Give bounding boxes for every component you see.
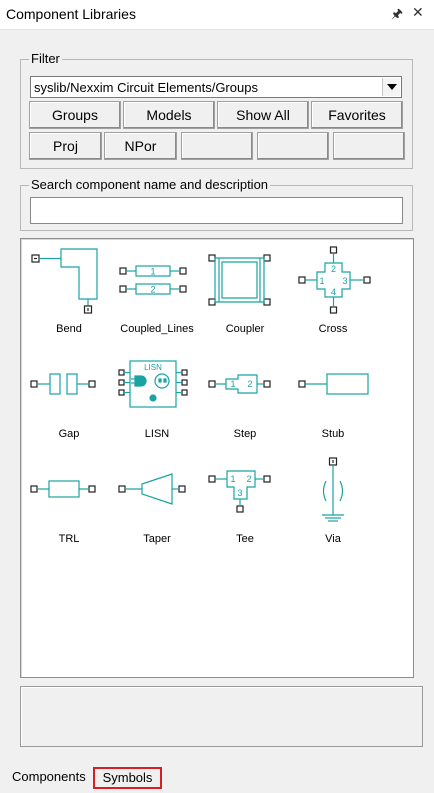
component-label: Coupled_Lines bbox=[120, 323, 194, 335]
bend-icon bbox=[31, 248, 98, 314]
component-step[interactable]: 1 2 Step bbox=[197, 344, 293, 450]
component-trl[interactable]: TRL bbox=[21, 449, 117, 555]
component-palette: Bend 1 2 Coupled_Lines Coupler 2 1 3 4 C… bbox=[20, 238, 414, 678]
stub-icon bbox=[298, 373, 369, 395]
tab-symbols[interactable]: Symbols bbox=[93, 767, 162, 789]
component-label: Coupler bbox=[225, 323, 265, 335]
taper-icon bbox=[118, 473, 186, 505]
svg-text:2: 2 bbox=[331, 264, 336, 274]
component-label: Step bbox=[233, 428, 257, 440]
component-lisn[interactable]: LISN LISN bbox=[109, 344, 205, 450]
port-label: 2 bbox=[150, 285, 155, 295]
svg-text:2: 2 bbox=[246, 474, 251, 484]
component-cross[interactable]: 2 1 3 4 Cross bbox=[285, 239, 381, 345]
component-label: Via bbox=[325, 533, 341, 545]
component-label: Taper bbox=[143, 533, 171, 545]
svg-text:3: 3 bbox=[342, 276, 347, 286]
svg-text:1: 1 bbox=[230, 379, 235, 389]
empty-button-3[interactable] bbox=[333, 132, 405, 160]
proj-button[interactable]: Proj bbox=[29, 132, 102, 160]
component-label: Tee bbox=[236, 533, 254, 545]
component-label: Gap bbox=[58, 428, 80, 440]
empty-button-1[interactable] bbox=[181, 132, 253, 160]
models-button[interactable]: Models bbox=[123, 101, 215, 129]
coupled-lines-icon: 1 2 bbox=[119, 265, 187, 295]
svg-text:4: 4 bbox=[331, 287, 336, 297]
component-coupled-lines[interactable]: 1 2 Coupled_Lines bbox=[109, 239, 205, 345]
filter-legend: Filter bbox=[29, 51, 62, 66]
groups-button[interactable]: Groups bbox=[29, 101, 121, 129]
npor-button[interactable]: NPor bbox=[104, 132, 177, 160]
search-legend: Search component name and description bbox=[29, 177, 271, 192]
description-panel bbox=[20, 686, 423, 747]
svg-text:1: 1 bbox=[230, 474, 235, 484]
trl-icon bbox=[30, 480, 96, 498]
component-stub[interactable]: Stub bbox=[285, 344, 381, 450]
component-taper[interactable]: Taper bbox=[109, 449, 205, 555]
empty-button-2[interactable] bbox=[257, 132, 329, 160]
step-icon: 1 2 bbox=[208, 374, 271, 394]
close-icon[interactable]: ✕ bbox=[412, 4, 424, 21]
component-gap[interactable]: Gap bbox=[21, 344, 117, 450]
component-coupler[interactable]: Coupler bbox=[197, 239, 293, 345]
tab-components[interactable]: Components bbox=[12, 768, 86, 786]
gap-icon bbox=[30, 373, 96, 395]
cross-icon: 2 1 3 4 bbox=[298, 246, 371, 314]
component-label: TRL bbox=[58, 533, 80, 545]
svg-text:LISN: LISN bbox=[144, 363, 162, 372]
show-all-button[interactable]: Show All bbox=[217, 101, 309, 129]
component-label: LISN bbox=[144, 428, 170, 440]
component-label: Cross bbox=[318, 323, 348, 335]
chevron-down-icon[interactable] bbox=[382, 78, 400, 96]
coupler-icon bbox=[208, 254, 271, 306]
window-title: Component Libraries bbox=[6, 6, 136, 22]
via-icon bbox=[322, 457, 344, 522]
tee-icon: 1 2 3 bbox=[208, 470, 271, 513]
component-bend[interactable]: Bend bbox=[21, 239, 117, 345]
component-label: Stub bbox=[321, 428, 345, 440]
library-select[interactable]: syslib/Nexxim Circuit Elements/Groups bbox=[30, 76, 402, 98]
title-bar: Component Libraries 🖈 ✕ bbox=[0, 0, 434, 30]
favorites-button[interactable]: Favorites bbox=[311, 101, 403, 129]
pin-icon[interactable]: 🖈 bbox=[391, 5, 403, 27]
svg-text:2: 2 bbox=[247, 379, 252, 389]
component-label: Bend bbox=[56, 323, 82, 335]
library-select-value: syslib/Nexxim Circuit Elements/Groups bbox=[34, 80, 258, 95]
lisn-icon: LISN bbox=[118, 360, 188, 408]
port-label: 1 bbox=[150, 267, 155, 277]
component-tee[interactable]: 1 2 3 Tee bbox=[197, 449, 293, 555]
search-input[interactable] bbox=[30, 197, 403, 224]
svg-text:3: 3 bbox=[237, 488, 242, 498]
tab-bar: Components Symbols bbox=[0, 765, 434, 793]
component-via[interactable]: Via bbox=[285, 449, 381, 555]
svg-text:1: 1 bbox=[319, 276, 324, 286]
